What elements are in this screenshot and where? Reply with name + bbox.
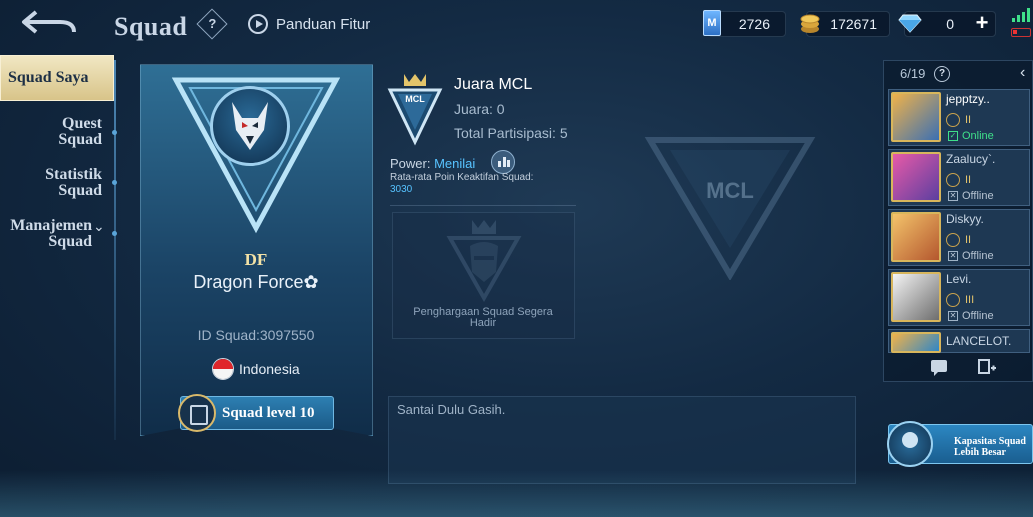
member-name: Diskyy. bbox=[946, 212, 984, 226]
member-name: Levi. bbox=[946, 272, 972, 286]
back-arrow-icon[interactable] bbox=[18, 6, 80, 40]
rank-medal-icon bbox=[946, 173, 960, 187]
member-name: LANCELOT. bbox=[946, 334, 1012, 348]
mcl-watermark-text: MCL bbox=[706, 178, 754, 203]
member-status: Offline bbox=[962, 250, 994, 262]
tab-statistik-squad[interactable]: Statistik Squad bbox=[0, 167, 102, 199]
power-chart-button[interactable] bbox=[491, 150, 515, 174]
indonesia-flag-icon bbox=[212, 358, 234, 380]
capacity-line1: Kapasitas Squad bbox=[954, 436, 1026, 447]
member-avatar bbox=[891, 332, 941, 353]
nav-rail bbox=[114, 60, 116, 440]
member-name: jepptzy.. bbox=[946, 92, 990, 106]
tab-manage-line1: Manajemen bbox=[10, 217, 92, 234]
squad-id: ID Squad:3097550 bbox=[197, 327, 315, 343]
signal-icon bbox=[1012, 8, 1030, 22]
squad-tag: DF bbox=[244, 250, 268, 269]
diamond-icon bbox=[898, 14, 922, 33]
collapse-arrow-icon[interactable]: ‹ bbox=[1020, 64, 1025, 82]
wolf-emblem-icon bbox=[232, 102, 268, 150]
squad-reward-text: Penghargaan Squad Segera Hadir bbox=[413, 306, 553, 329]
member-avatar bbox=[891, 152, 941, 202]
offline-x-icon: ✕ bbox=[948, 251, 958, 261]
member-rank: II bbox=[965, 174, 972, 186]
nav-dot bbox=[112, 231, 117, 236]
member-status: Offline bbox=[962, 190, 994, 202]
mcl-watermark-icon bbox=[644, 137, 816, 280]
offline-x-icon: ✕ bbox=[948, 191, 958, 201]
mcl-title: Juara MCL bbox=[454, 76, 533, 93]
member-rank: II bbox=[965, 234, 972, 246]
member-rank: III bbox=[965, 294, 975, 306]
help-icon[interactable]: ? bbox=[196, 8, 228, 40]
divider bbox=[390, 205, 576, 206]
member-avatar bbox=[891, 272, 941, 322]
offline-x-icon: ✕ bbox=[948, 311, 958, 321]
chevron-down-icon: ⌄ bbox=[93, 218, 105, 234]
invite-member-icon[interactable] bbox=[978, 359, 996, 375]
rank-medal-icon bbox=[946, 113, 960, 127]
feature-guide-link[interactable]: Panduan Fitur bbox=[276, 16, 370, 33]
rank-medal-icon bbox=[946, 233, 960, 247]
power-value: Menilai bbox=[434, 156, 476, 171]
mcoin-symbol: M bbox=[707, 17, 717, 29]
tab-manajemen-squad[interactable]: Manajemen Squad bbox=[0, 218, 92, 250]
member-status: Offline bbox=[962, 310, 994, 322]
mcoin-value: 2726 bbox=[738, 16, 770, 32]
gold-coin-icon bbox=[800, 14, 820, 33]
squad-country: Indonesia bbox=[239, 361, 300, 377]
tab-stats-line2: Squad bbox=[58, 182, 102, 199]
power-label: Power: Menilai bbox=[390, 156, 475, 171]
diamond-value: 0 bbox=[946, 16, 954, 32]
mcl-badge-icon bbox=[387, 74, 443, 146]
member-count: 6/19 bbox=[900, 66, 926, 81]
mcl-total-participation: Total Partisipasi: 5 bbox=[454, 125, 568, 141]
member-name: Zaalucy`. bbox=[946, 152, 996, 166]
member-avatar bbox=[891, 92, 941, 142]
chat-icon[interactable] bbox=[931, 360, 947, 376]
member-status: Online bbox=[962, 130, 994, 142]
nav-dot bbox=[112, 130, 117, 135]
capacity-user-icon bbox=[887, 421, 933, 467]
squad-level-label: Squad level 10 bbox=[222, 405, 315, 421]
capacity-line2: Lebih Besar bbox=[954, 447, 1006, 458]
nav-dot bbox=[112, 180, 117, 185]
gold-value: 172671 bbox=[830, 16, 877, 32]
tab-quest-line2: Squad bbox=[58, 131, 102, 148]
squad-notice-text: Santai Dulu Gasih. bbox=[397, 402, 506, 417]
tab-quest-squad[interactable]: Quest Squad bbox=[0, 116, 102, 148]
mcl-champion-count: Juara: 0 bbox=[454, 101, 505, 117]
mcoin-icon: M bbox=[703, 10, 721, 36]
help-icon-symbol: ? bbox=[208, 16, 217, 32]
tab-manage-line2: Squad bbox=[48, 233, 92, 250]
rank-medal-icon bbox=[946, 293, 960, 307]
bottom-glow bbox=[0, 470, 1033, 517]
activity-rating-label: Rata-rata Poin Keaktifan Squad: bbox=[390, 172, 534, 183]
squad-capacity-label: Kapasitas Squad Lebih Besar bbox=[954, 436, 1026, 458]
topup-button[interactable]: + bbox=[972, 12, 992, 34]
member-avatar bbox=[891, 212, 941, 262]
battery-icon bbox=[1011, 28, 1031, 37]
squad-name: Dragon Force✿ bbox=[193, 272, 319, 292]
knight-helmet-icon bbox=[446, 220, 522, 302]
tab-quest-line1: Quest bbox=[62, 115, 102, 132]
tab-stats-line1: Statistik bbox=[45, 166, 102, 183]
member-help-icon[interactable]: ? bbox=[934, 66, 950, 82]
member-rank: II bbox=[965, 114, 972, 126]
mcl-badge-text: MCL bbox=[405, 94, 425, 104]
online-check-icon: ✓ bbox=[948, 131, 958, 141]
activity-rating-value: 3030 bbox=[390, 184, 413, 195]
power-label-text: Power: bbox=[390, 156, 435, 171]
play-icon[interactable] bbox=[248, 14, 268, 34]
tab-squad-saya-label: Squad Saya bbox=[8, 69, 89, 86]
squad-level-icon bbox=[178, 394, 216, 432]
page-title: Squad bbox=[114, 12, 188, 41]
